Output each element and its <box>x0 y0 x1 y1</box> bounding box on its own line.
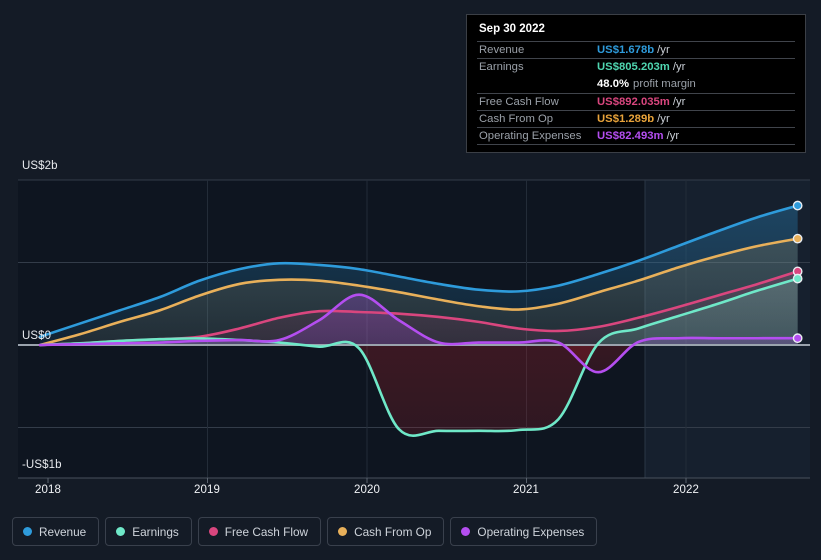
legend-dot-revenue-icon <box>23 527 32 536</box>
legend-dot-cash-from-op-icon <box>338 527 348 536</box>
tooltip-value-earnings: US$805.203m <box>597 61 670 74</box>
legend-label-earnings: Earnings <box>132 524 179 539</box>
tooltip-unit-revenue: /yr <box>657 44 670 57</box>
legend-label-operating-expenses: Operating Expenses <box>477 524 585 539</box>
tooltip-key-operating-expenses: Operating Expenses <box>479 130 582 143</box>
y-tick-label-zero: US$0 <box>22 330 52 342</box>
legend-dot-earnings-icon <box>116 527 126 536</box>
tooltip-value-revenue: US$1.678b <box>597 44 655 57</box>
chart-tooltip: Sep 30 2022 Revenue US$1.678b /yr Earnin… <box>466 14 806 153</box>
tooltip-bottom-divider <box>477 144 795 146</box>
tooltip-profit-margin-label: profit margin <box>633 77 696 90</box>
tooltip-unit-free-cash-flow: /yr <box>672 95 686 108</box>
tooltip-unit-operating-expenses: /yr <box>666 130 680 143</box>
legend-label-revenue: Revenue <box>39 524 87 539</box>
tooltip-row-cash-from-op: Cash From Op US$1.289b /yr <box>477 109 795 127</box>
tooltip-key-free-cash-flow: Free Cash Flow <box>479 95 559 108</box>
tooltip-row-free-cash-flow: Free Cash Flow US$892.035m /yr <box>477 92 795 110</box>
x-tick-label-2018: 2018 <box>35 484 61 496</box>
tooltip-key-cash-from-op: Cash From Op <box>479 112 554 125</box>
legend-item-operating-expenses[interactable]: Operating Expenses <box>450 517 598 546</box>
y-tick-label-top: US$2b <box>22 160 58 172</box>
tooltip-row-operating-expenses: Operating Expenses US$82.493m /yr <box>477 126 795 144</box>
tooltip-row-revenue: Revenue US$1.678b /yr <box>477 41 795 58</box>
y-tick-label-bottom: -US$1b <box>22 459 62 471</box>
tooltip-key-revenue: Revenue <box>479 44 525 57</box>
x-tick-label-2019: 2019 <box>194 484 220 496</box>
chart-legend: Revenue Earnings Free Cash Flow Cash Fro… <box>12 517 598 546</box>
tooltip-row-earnings: Earnings US$805.203m /yr <box>477 58 795 75</box>
legend-dot-free-cash-flow-icon <box>208 527 218 536</box>
tooltip-unit-cash-from-op: /yr <box>657 112 670 125</box>
tooltip-unit-earnings: /yr <box>672 61 686 74</box>
tooltip-profit-margin-value: 48.0% <box>597 77 630 90</box>
legend-item-earnings[interactable]: Earnings <box>105 517 192 546</box>
x-tick-label-2020: 2020 <box>354 484 380 496</box>
tooltip-date: Sep 30 2022 <box>479 23 545 35</box>
legend-item-revenue[interactable]: Revenue <box>12 517 100 546</box>
tooltip-value-operating-expenses: US$82.493m <box>597 130 664 143</box>
chart-screen: US$2b US$0 -US$1b 2018 2019 2020 2021 20… <box>0 0 821 560</box>
tooltip-key-earnings: Earnings <box>479 61 524 74</box>
x-tick-label-2021: 2021 <box>513 484 539 496</box>
tooltip-value-free-cash-flow: US$892.035m <box>597 95 670 108</box>
legend-item-cash-from-op[interactable]: Cash From Op <box>327 517 445 546</box>
legend-label-cash-from-op: Cash From Op <box>354 524 432 539</box>
tooltip-row-profit-margin: 48.0% profit margin <box>477 75 795 92</box>
legend-dot-operating-expenses-icon <box>461 527 471 536</box>
legend-item-free-cash-flow[interactable]: Free Cash Flow <box>197 517 322 546</box>
legend-label-free-cash-flow: Free Cash Flow <box>224 524 309 539</box>
x-tick-label-2022: 2022 <box>673 484 699 496</box>
tooltip-value-cash-from-op: US$1.289b <box>597 112 655 125</box>
